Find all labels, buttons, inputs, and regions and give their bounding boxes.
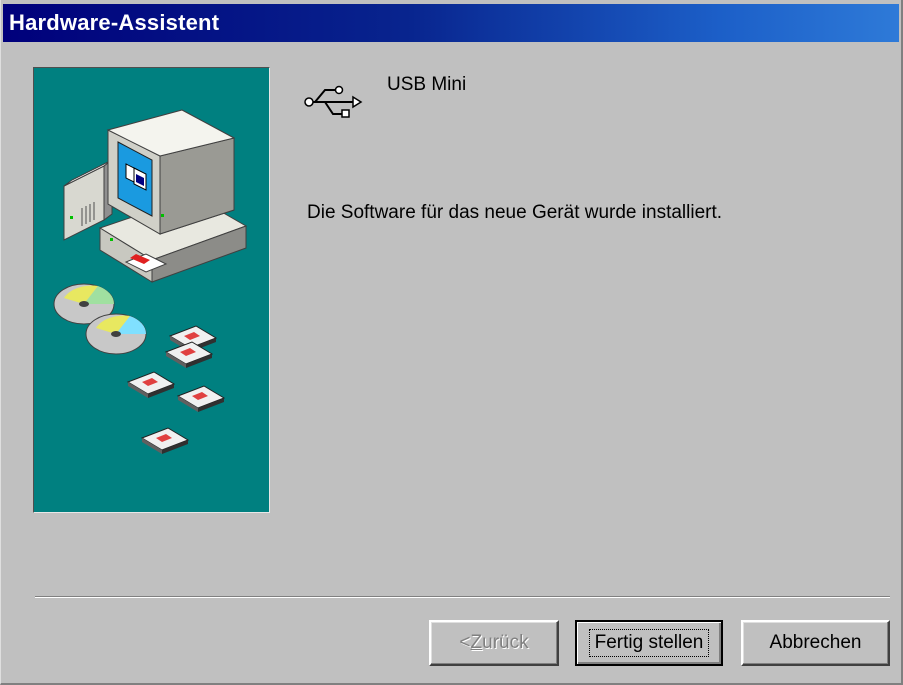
- cancel-button[interactable]: Abbrechen: [741, 620, 890, 666]
- wizard-illustration: [33, 67, 270, 513]
- button-separator: [35, 596, 890, 598]
- hardware-wizard-window: Hardware-Assistent USB Mini Die Software…: [0, 0, 903, 685]
- finish-button-label: Fertig stellen: [588, 629, 710, 657]
- back-button-mnemonic: Z: [470, 632, 483, 653]
- finish-button[interactable]: Fertig stellen: [575, 620, 723, 666]
- back-button-label: urück: [482, 632, 529, 653]
- back-button[interactable]: < Zurück: [429, 620, 559, 666]
- floppy-disks-icon: [126, 325, 226, 454]
- usb-icon: [304, 85, 363, 118]
- install-complete-message: Die Software für das neue Gerät wurde in…: [307, 202, 723, 223]
- computer-and-media-illustration: [53, 109, 248, 454]
- monitor-icon: [106, 109, 236, 235]
- device-name: USB Mini: [387, 74, 467, 95]
- window-title: Hardware-Assistent: [9, 10, 220, 35]
- title-bar[interactable]: Hardware-Assistent: [3, 4, 899, 42]
- back-button-prefix: <: [459, 632, 471, 653]
- cd-discs-icon: [53, 283, 147, 355]
